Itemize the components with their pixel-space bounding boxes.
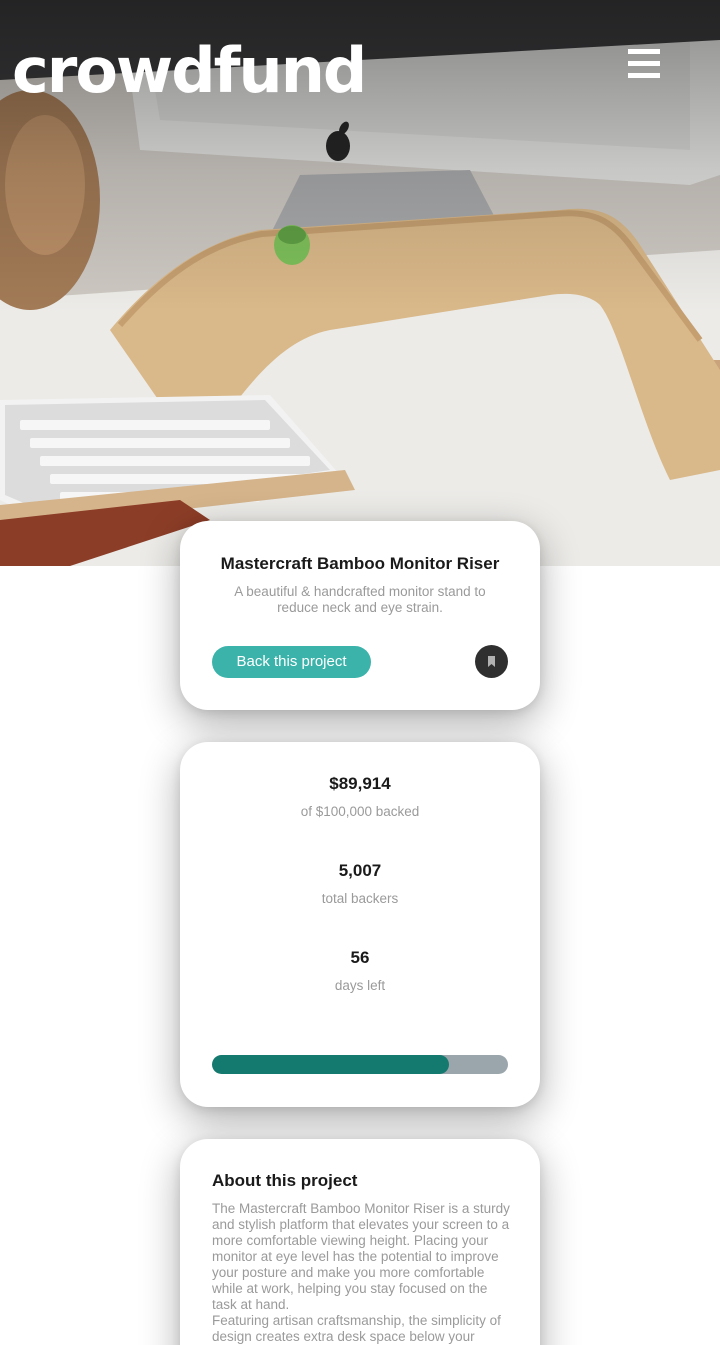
days-left-label: days left	[334, 978, 386, 993]
hamburger-menu-icon[interactable]	[628, 49, 660, 79]
funding-progress-fill	[212, 1055, 449, 1074]
project-title: Mastercraft Bamboo Monitor Riser	[220, 554, 500, 573]
crowdfund-logo[interactable]: crowdfund	[12, 40, 367, 102]
amount-backed-label: of $100,000 backed	[300, 804, 420, 819]
about-card: About this project The Mastercraft Bambo…	[180, 1139, 540, 1345]
project-description: A beautiful & handcrafted monitor stand …	[234, 584, 486, 615]
funding-progress-bar	[212, 1055, 508, 1074]
days-left: 56	[350, 948, 370, 967]
menu-bar-top	[628, 49, 660, 54]
total-backers: 5,007	[338, 861, 382, 880]
about-paragraph-2: Featuring artisan craftsmanship, the sim…	[212, 1313, 501, 1344]
about-paragraph-1: The Mastercraft Bamboo Monitor Riser is …	[212, 1201, 510, 1312]
stats-card: $89,914 of $100,000 backed 5,007 total b…	[180, 742, 540, 1107]
about-title: About this project	[212, 1171, 358, 1190]
bookmark-icon	[488, 656, 495, 667]
menu-bar-bottom	[628, 73, 660, 78]
menu-bar-middle	[628, 61, 660, 66]
back-project-button[interactable]: Back this project	[212, 646, 371, 678]
about-text: The Mastercraft Bamboo Monitor Riser is …	[212, 1201, 510, 1345]
amount-backed: $89,914	[329, 774, 391, 793]
bookmark-button[interactable]	[475, 645, 508, 678]
page: crowdfund Mastercraft Bamboo Monitor Ris…	[0, 0, 720, 1345]
project-intro-card: Mastercraft Bamboo Monitor Riser A beaut…	[180, 521, 540, 710]
total-backers-label: total backers	[321, 891, 399, 906]
